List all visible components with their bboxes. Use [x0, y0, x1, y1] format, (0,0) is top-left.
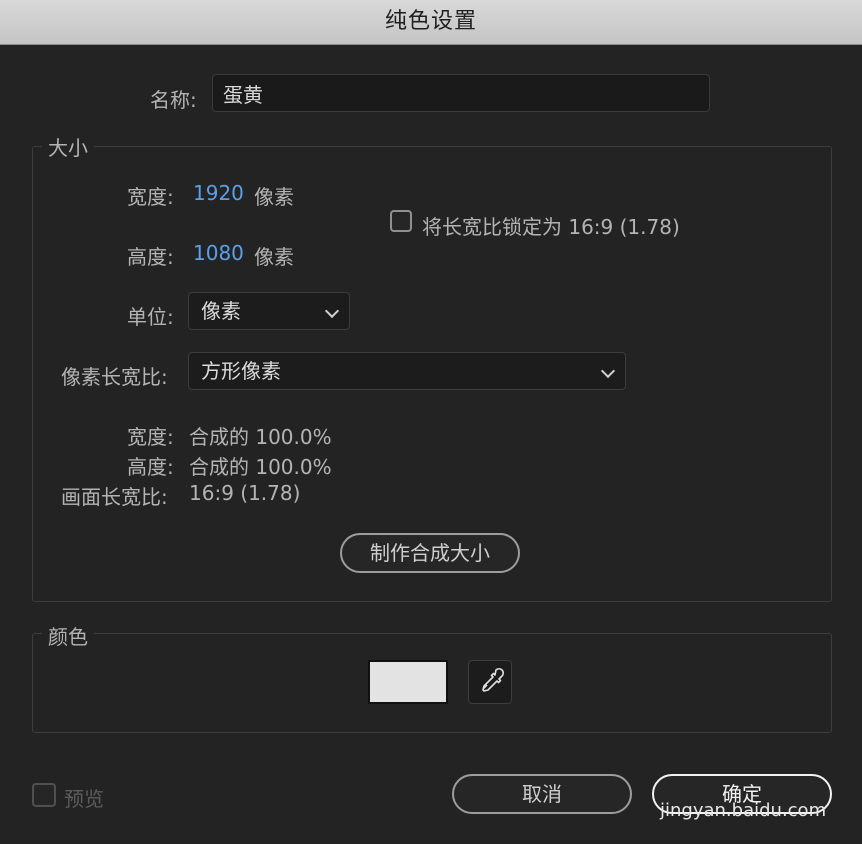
eyedropper-button[interactable] — [468, 660, 512, 704]
units-select[interactable]: 像素 — [188, 292, 350, 330]
color-swatch[interactable] — [368, 660, 448, 704]
width-unit: 像素 — [254, 185, 294, 209]
frame-aspect-value: 16:9 (1.78) — [189, 481, 301, 505]
watermark-text: jingyan.baidu.com — [660, 800, 827, 821]
lock-aspect-checkbox[interactable] — [390, 210, 412, 232]
name-label: 名称: — [150, 88, 197, 112]
width-label: 宽度: — [127, 185, 174, 209]
name-input[interactable] — [212, 74, 710, 112]
preview-label: 预览 — [64, 787, 104, 811]
window-title: 纯色设置 — [384, 9, 477, 34]
chevron-down-icon — [324, 303, 340, 319]
info-height-label: 高度: — [127, 455, 174, 479]
color-group-title: 颜色 — [42, 621, 94, 650]
frame-aspect-label: 画面长宽比: — [61, 485, 168, 509]
info-width-label: 宽度: — [127, 425, 174, 449]
height-value[interactable]: 1080 — [193, 241, 244, 265]
size-group-title: 大小 — [42, 132, 94, 161]
eyedropper-icon — [482, 667, 505, 692]
width-value[interactable]: 1920 — [193, 181, 244, 205]
pixel-aspect-select-value: 方形像素 — [201, 359, 281, 383]
pixel-aspect-select[interactable]: 方形像素 — [188, 352, 626, 390]
window-titlebar: 纯色设置 — [0, 0, 862, 45]
chevron-down-icon — [600, 363, 616, 379]
lock-aspect-label: 将长宽比锁定为 16:9 (1.78) — [422, 215, 680, 239]
cancel-button[interactable]: 取消 — [452, 774, 632, 814]
info-height-value: 合成的 100.0% — [189, 455, 332, 479]
info-width-value: 合成的 100.0% — [189, 425, 332, 449]
units-select-value: 像素 — [201, 299, 241, 323]
make-comp-size-button[interactable]: 制作合成大小 — [340, 533, 520, 573]
height-label: 高度: — [127, 245, 174, 269]
pixel-aspect-label: 像素长宽比: — [61, 365, 168, 389]
height-unit: 像素 — [254, 245, 294, 269]
preview-checkbox[interactable] — [32, 783, 56, 807]
units-label: 单位: — [127, 305, 174, 329]
